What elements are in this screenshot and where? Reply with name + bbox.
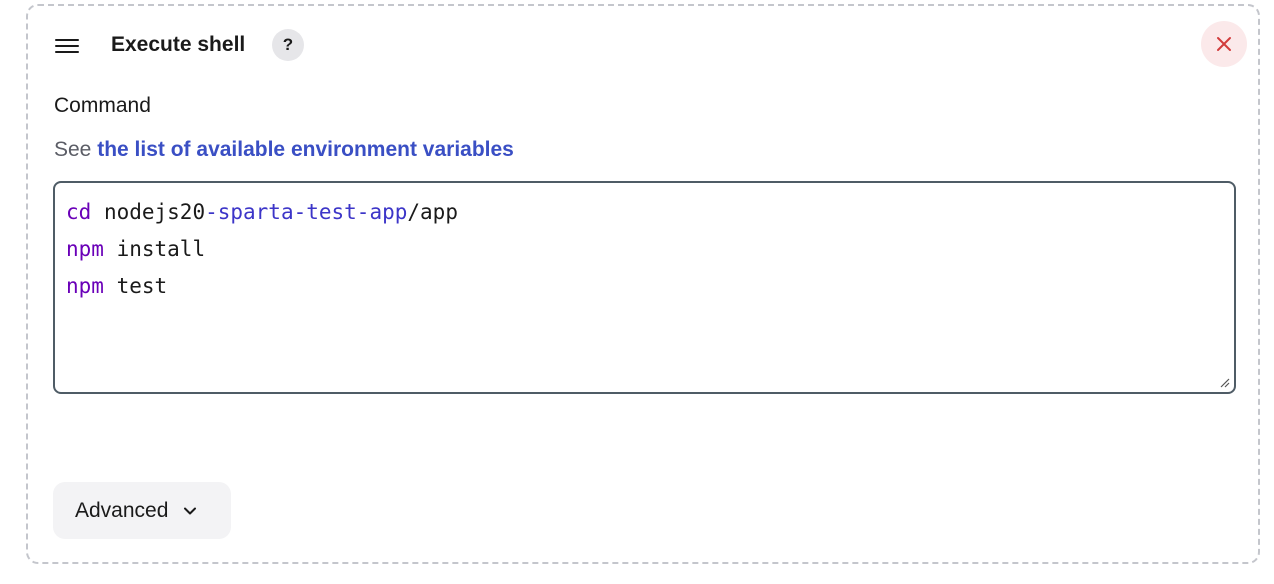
help-symbol: ? [282,35,294,54]
code-text: nodejs20 [91,200,206,224]
code-keyword: npm [66,237,104,261]
help-button[interactable]: ? [272,29,304,61]
code-keyword: cd [66,200,92,224]
code-text: test [103,274,168,298]
command-label: Command [54,94,151,117]
advanced-label: Advanced [75,498,169,522]
code-text: install [103,237,206,261]
resize-grip-icon[interactable] [1218,376,1230,388]
code-line: npm install [66,234,1234,271]
advanced-button[interactable]: Advanced [53,482,231,539]
close-button[interactable] [1201,21,1247,67]
step-title: Execute shell [111,33,246,56]
command-textarea[interactable]: cd nodejs20-sparta-test-app/app npm inst… [53,181,1236,394]
code-line: npm test [66,271,1234,308]
env-vars-help: See the list of available environment va… [54,136,514,164]
code-line: cd nodejs20-sparta-test-app/app [66,197,1234,234]
code-text: /app [407,200,458,224]
env-vars-link[interactable]: the list of available environment variab… [97,138,514,161]
chevron-down-icon [182,503,198,519]
close-icon [1217,37,1231,51]
code-keyword: npm [66,274,104,298]
help-prefix: See [54,138,92,161]
code-path-segment: -sparta-test-app [205,200,408,224]
hamburger-icon[interactable] [54,38,80,54]
